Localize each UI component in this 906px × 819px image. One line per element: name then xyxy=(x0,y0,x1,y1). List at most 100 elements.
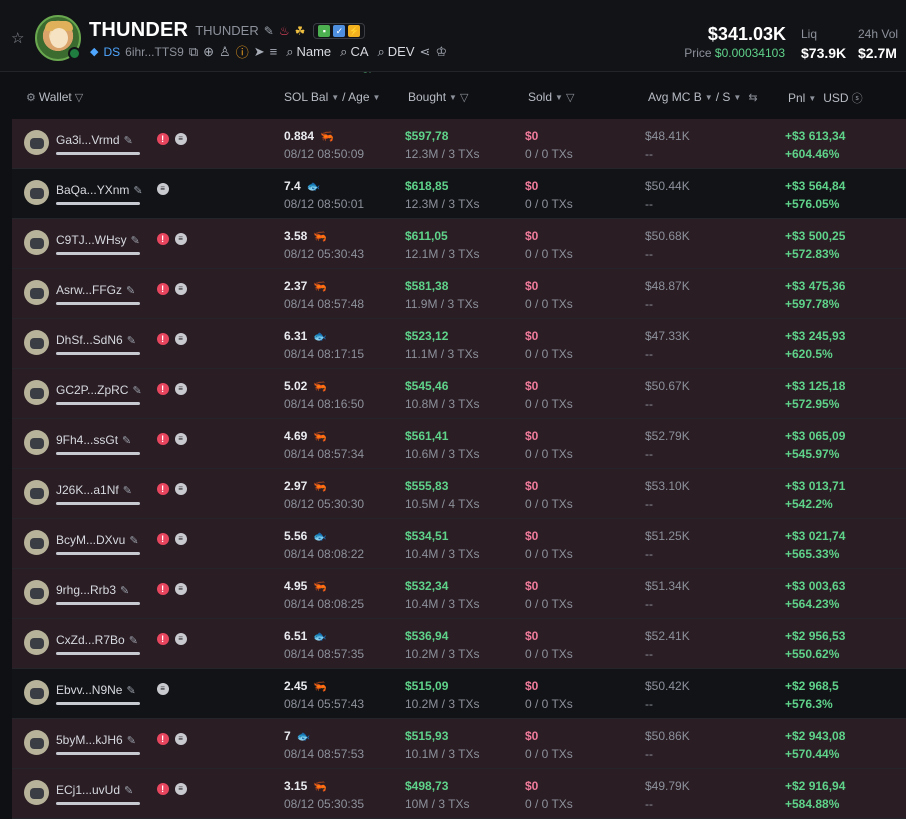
avatar[interactable] xyxy=(24,580,49,605)
col-sold[interactable]: Sold ▼ ▽ xyxy=(528,90,574,104)
table-row[interactable]: 9rhg...Rrb3 ✎! ≡ 4.95 🦐 08/14 08:08:25 $532,34… xyxy=(12,569,906,619)
col-sol-bal[interactable]: SOL Bal ▼ / Age ▼ xyxy=(284,90,380,104)
edit-icon[interactable]: ✎ xyxy=(124,134,133,147)
edit-icon[interactable]: ✎ xyxy=(127,334,136,347)
col-age-label[interactable]: / Age xyxy=(342,90,369,104)
share-icon[interactable]: ⋖ xyxy=(420,44,431,60)
list-tag-icon[interactable]: ≡ xyxy=(174,783,187,795)
col-pnl[interactable]: Pnl ▼ USD ⓢ xyxy=(788,90,863,106)
wallet-name[interactable]: BcyM...DXvu ✎ xyxy=(56,533,139,547)
wallet-name[interactable]: CxZd...R7Bo ✎ xyxy=(56,633,138,647)
crown-icon[interactable]: ♔ xyxy=(435,44,447,60)
list-tag-icon[interactable]: ≡ xyxy=(174,383,187,395)
edit-icon[interactable]: ✎ xyxy=(126,284,135,297)
filter-icon[interactable]: ▽ xyxy=(75,91,83,104)
filter-icon[interactable]: ▽ xyxy=(566,91,574,104)
edit-icon[interactable]: ✎ xyxy=(126,684,135,697)
list-tag-icon[interactable]: ≡ xyxy=(156,183,169,195)
table-row[interactable]: 9Fh4...ssGt ✎! ≡ 4.69 🦐 08/14 08:57:34 $561,41… xyxy=(12,419,906,469)
avatar[interactable] xyxy=(24,430,49,455)
avatar[interactable] xyxy=(24,780,49,805)
wallet-name[interactable]: GC2P...ZpRC ✎ xyxy=(56,383,142,397)
ds-label[interactable]: DS xyxy=(103,45,120,59)
avatar[interactable] xyxy=(24,330,49,355)
edit-icon[interactable]: ✎ xyxy=(129,534,138,547)
wallet-name[interactable]: DhSf...SdN6 ✎ xyxy=(56,333,136,347)
table-row[interactable]: J26K...a1Nf ✎! ≡ 2.97 🦐 08/12 05:30:30 $555,83… xyxy=(12,469,906,519)
wallet-name[interactable]: Ebvv...N9Ne ✎ xyxy=(56,683,136,697)
alert-icon[interactable]: ⓘ xyxy=(236,42,249,61)
avatar[interactable] xyxy=(24,380,49,405)
edit-icon[interactable]: ✎ xyxy=(120,584,129,597)
token-address[interactable]: 6ihr...TTS9 xyxy=(125,45,184,59)
avatar[interactable] xyxy=(24,130,49,155)
avatar[interactable] xyxy=(24,280,49,305)
table-row[interactable]: DhSf...SdN6 ✎! ≡ 6.31 🐟 08/14 08:17:15 $523,12… xyxy=(12,319,906,369)
wallet-name[interactable]: Ga3i...Vrmd ✎ xyxy=(56,133,133,147)
edit-icon[interactable]: ✎ xyxy=(127,734,136,747)
edit-icon[interactable]: ✎ xyxy=(131,234,140,247)
avatar[interactable] xyxy=(24,180,49,205)
table-row[interactable]: Ebvv...N9Ne ✎ ≡ 2.45 🦐 08/14 05:57:43 $515,09 1… xyxy=(12,669,906,719)
telegram-icon[interactable]: ➤ xyxy=(254,44,265,60)
col-bought[interactable]: Bought ▼ ▽ xyxy=(408,90,468,104)
table-row[interactable]: C9TJ...WHsy ✎! ≡ 3.58 🦐 08/12 05:30:43 $611,05… xyxy=(12,219,906,269)
table-row[interactable]: BaQa...YXnm ✎ ≡ 7.4 🐟 08/12 08:50:01 $618,85 12… xyxy=(12,169,906,219)
list-tag-icon[interactable]: ≡ xyxy=(174,633,187,645)
globe-icon[interactable]: ⊕ xyxy=(203,44,214,60)
list-tag-icon[interactable]: ≡ xyxy=(174,333,187,345)
avatar[interactable] xyxy=(24,530,49,555)
avatar[interactable] xyxy=(24,480,49,505)
wallet-name[interactable]: BaQa...YXnm ✎ xyxy=(56,183,143,197)
edit-icon[interactable]: ✎ xyxy=(122,434,131,447)
wallet-name[interactable]: ECj1...uvUd ✎ xyxy=(56,783,133,797)
list-icon[interactable]: ≡ xyxy=(270,44,278,59)
table-row[interactable]: CxZd...R7Bo ✎! ≡ 6.51 🐟 08/14 08:57:35 $536,94… xyxy=(12,619,906,669)
list-tag-icon[interactable]: ≡ xyxy=(174,133,187,145)
edit-icon[interactable]: ✎ xyxy=(133,184,142,197)
user-icon[interactable]: ♙ xyxy=(219,44,231,60)
list-tag-icon[interactable]: ≡ xyxy=(174,233,187,245)
list-tag-icon[interactable]: ≡ xyxy=(174,583,187,595)
table-row[interactable]: 5byM...kJH6 ✎! ≡ 7 🐟 08/14 08:57:53 $515,93 10.… xyxy=(12,719,906,769)
col-avg-mc[interactable]: Avg MC B ▼ / S ▼ ⇆ xyxy=(648,90,758,104)
edit-icon[interactable]: ✎ xyxy=(264,24,274,38)
col-wallet[interactable]: ⚙ Wallet ▽ xyxy=(26,90,83,104)
list-tag-icon[interactable]: ≡ xyxy=(174,483,187,495)
wallet-name[interactable]: Asrw...FFGz ✎ xyxy=(56,283,135,297)
dollar-circle-icon[interactable]: ⓢ xyxy=(852,90,863,106)
list-tag-icon[interactable]: ≡ xyxy=(174,733,187,745)
table-row[interactable]: ECj1...uvUd ✎! ≡ 3.15 🦐 08/12 05:30:35 $498,73… xyxy=(12,769,906,819)
wallet-name[interactable]: C9TJ...WHsy ✎ xyxy=(56,233,140,247)
list-tag-icon[interactable]: ≡ xyxy=(174,433,187,445)
wallet-name[interactable]: 9Fh4...ssGt ✎ xyxy=(56,433,131,447)
list-tag-icon[interactable]: ≡ xyxy=(156,683,169,695)
edit-icon[interactable]: ✎ xyxy=(132,384,141,397)
copy-icon[interactable]: ⧉ xyxy=(189,44,198,60)
avatar[interactable] xyxy=(24,630,49,655)
filter-icon[interactable]: ▽ xyxy=(460,91,468,104)
col-usd-toggle[interactable]: USD xyxy=(823,91,848,105)
wallet-name[interactable]: J26K...a1Nf ✎ xyxy=(56,483,132,497)
search-ca-link[interactable]: ⌕ CA xyxy=(340,44,368,60)
edit-icon[interactable]: ✎ xyxy=(123,484,132,497)
table-row[interactable]: GC2P...ZpRC ✎! ≡ 5.02 🦐 08/14 08:16:50 $545,46… xyxy=(12,369,906,419)
swap-icon[interactable]: ⇆ xyxy=(748,91,757,104)
list-tag-icon[interactable]: ≡ xyxy=(174,283,187,295)
settings-icon[interactable]: ⚙ xyxy=(26,91,36,104)
col-avg-mc-s-label[interactable]: / S xyxy=(716,90,731,104)
wallet-name[interactable]: 5byM...kJH6 ✎ xyxy=(56,733,136,747)
table-row[interactable]: Asrw...FFGz ✎! ≡ 2.37 🦐 08/14 08:57:48 $581,38… xyxy=(12,269,906,319)
avatar[interactable] xyxy=(24,230,49,255)
avatar[interactable] xyxy=(24,680,49,705)
edit-icon[interactable]: ✎ xyxy=(129,634,138,647)
list-tag-icon[interactable]: ≡ xyxy=(174,533,187,545)
favorite-star-icon[interactable]: ☆ xyxy=(11,31,24,46)
avatar[interactable] xyxy=(24,730,49,755)
wallet-name[interactable]: 9rhg...Rrb3 ✎ xyxy=(56,583,129,597)
search-dev-link[interactable]: ⌕ DEV xyxy=(378,44,415,60)
search-name-link[interactable]: ⌕ Name xyxy=(286,44,331,60)
table-row[interactable]: Ga3i...Vrmd ✎! ≡ 0.884 🦐 08/12 08:50:09 $597,7… xyxy=(12,119,906,169)
edit-icon[interactable]: ✎ xyxy=(124,784,133,797)
table-row[interactable]: BcyM...DXvu ✎! ≡ 5.56 🐟 08/14 08:08:22 $534,51… xyxy=(12,519,906,569)
